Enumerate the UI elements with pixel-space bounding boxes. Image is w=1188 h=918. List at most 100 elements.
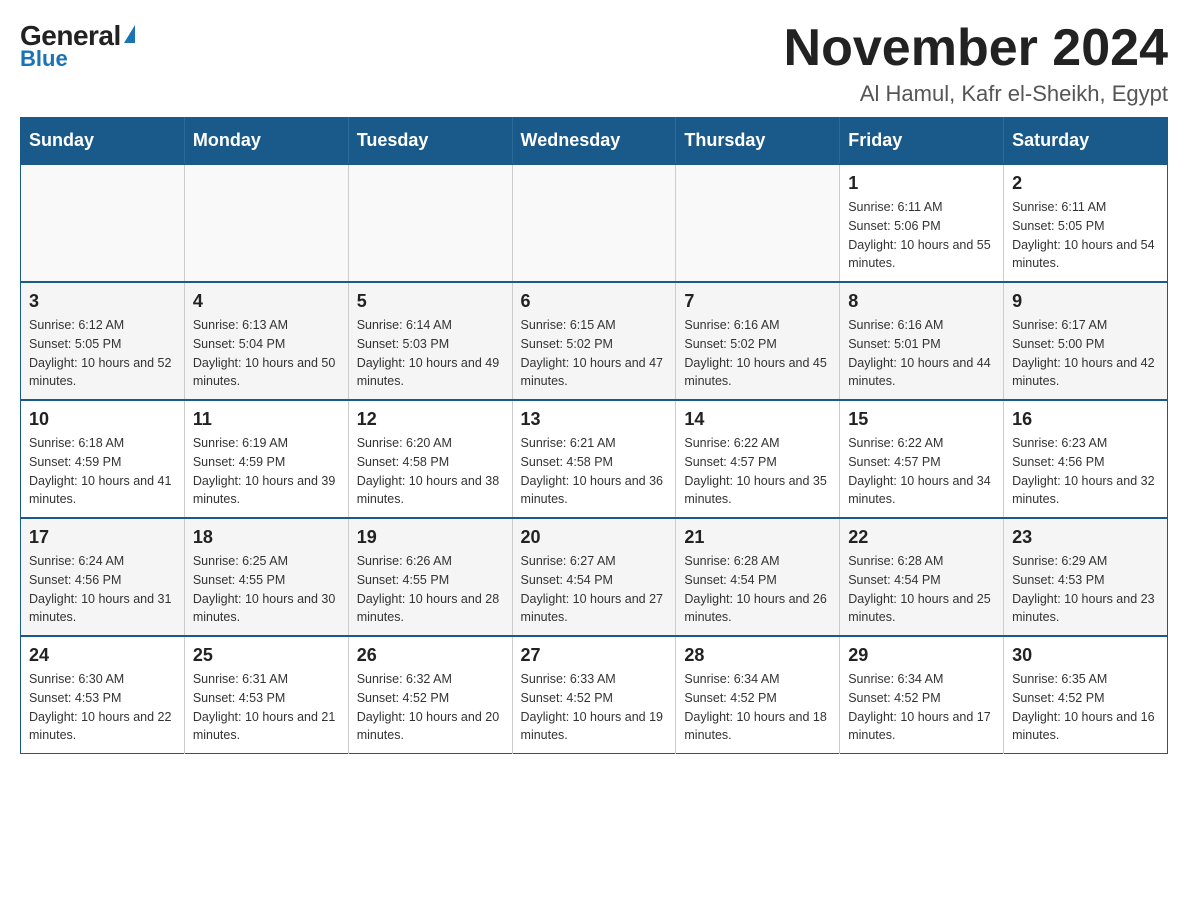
day-info: Sunrise: 6:29 AMSunset: 4:53 PMDaylight:…: [1012, 552, 1159, 627]
day-info: Sunrise: 6:15 AMSunset: 5:02 PMDaylight:…: [521, 316, 668, 391]
day-number: 22: [848, 527, 995, 548]
calendar-table: SundayMondayTuesdayWednesdayThursdayFrid…: [20, 117, 1168, 754]
day-of-week-header: Saturday: [1004, 118, 1168, 165]
calendar-cell: 22 Sunrise: 6:28 AMSunset: 4:54 PMDayligh…: [840, 518, 1004, 636]
day-info: Sunrise: 6:33 AMSunset: 4:52 PMDaylight:…: [521, 670, 668, 745]
calendar-cell: 16 Sunrise: 6:23 AMSunset: 4:56 PMDayligh…: [1004, 400, 1168, 518]
day-info: Sunrise: 6:35 AMSunset: 4:52 PMDaylight:…: [1012, 670, 1159, 745]
calendar-cell: 2 Sunrise: 6:11 AMSunset: 5:05 PMDaylight…: [1004, 164, 1168, 282]
day-number: 25: [193, 645, 340, 666]
title-block: November 2024 Al Hamul, Kafr el-Sheikh, …: [784, 20, 1168, 107]
day-number: 27: [521, 645, 668, 666]
day-of-week-header: Tuesday: [348, 118, 512, 165]
day-info: Sunrise: 6:34 AMSunset: 4:52 PMDaylight:…: [684, 670, 831, 745]
calendar-cell: 7Sunrise: 6:16 AMSunset: 5:02 PMDaylight…: [676, 282, 840, 400]
calendar-week-row: 24Sunrise: 6:30 AMSunset: 4:53 PMDayligh…: [21, 636, 1168, 754]
calendar-cell: 11 Sunrise: 6:19 AMSunset: 4:59 PMDayligh…: [184, 400, 348, 518]
calendar-cell: [21, 164, 185, 282]
day-number: 11: [193, 409, 340, 430]
calendar-cell: 14 Sunrise: 6:22 AMSunset: 4:57 PMDayligh…: [676, 400, 840, 518]
day-info: Sunrise: 6:17 AMSunset: 5:00 PMDaylight:…: [1012, 316, 1159, 391]
day-number: 17: [29, 527, 176, 548]
day-info: Sunrise: 6:13 AMSunset: 5:04 PMDaylight:…: [193, 316, 340, 391]
day-info: Sunrise: 6:16 AMSunset: 5:02 PMDaylight:…: [684, 316, 831, 391]
day-number: 24: [29, 645, 176, 666]
calendar-cell: 30 Sunrise: 6:35 AMSunset: 4:52 PMDayligh…: [1004, 636, 1168, 754]
day-number: 18: [193, 527, 340, 548]
calendar-cell: 23 Sunrise: 6:29 AMSunset: 4:53 PMDayligh…: [1004, 518, 1168, 636]
day-number: 14: [684, 409, 831, 430]
page-header: General Blue November 2024 Al Hamul, Kaf…: [20, 20, 1168, 107]
day-info: Sunrise: 6:22 AMSunset: 4:57 PMDaylight:…: [684, 434, 831, 509]
calendar-cell: 18 Sunrise: 6:25 AMSunset: 4:55 PMDayligh…: [184, 518, 348, 636]
calendar-week-row: 3 Sunrise: 6:12 AMSunset: 5:05 PMDaylight…: [21, 282, 1168, 400]
calendar-cell: 24Sunrise: 6:30 AMSunset: 4:53 PMDayligh…: [21, 636, 185, 754]
calendar-cell: 21Sunrise: 6:28 AMSunset: 4:54 PMDayligh…: [676, 518, 840, 636]
day-number: 3: [29, 291, 176, 312]
day-of-week-header: Sunday: [21, 118, 185, 165]
day-info: Sunrise: 6:18 AMSunset: 4:59 PMDaylight:…: [29, 434, 176, 509]
calendar-cell: 4Sunrise: 6:13 AMSunset: 5:04 PMDaylight…: [184, 282, 348, 400]
calendar-cell: 27 Sunrise: 6:33 AMSunset: 4:52 PMDayligh…: [512, 636, 676, 754]
days-of-week-row: SundayMondayTuesdayWednesdayThursdayFrid…: [21, 118, 1168, 165]
calendar-cell: 8 Sunrise: 6:16 AMSunset: 5:01 PMDaylight…: [840, 282, 1004, 400]
day-info: Sunrise: 6:12 AMSunset: 5:05 PMDaylight:…: [29, 316, 176, 391]
calendar-cell: 28 Sunrise: 6:34 AMSunset: 4:52 PMDayligh…: [676, 636, 840, 754]
calendar-cell: 17Sunrise: 6:24 AMSunset: 4:56 PMDayligh…: [21, 518, 185, 636]
calendar-cell: [676, 164, 840, 282]
day-info: Sunrise: 6:19 AMSunset: 4:59 PMDaylight:…: [193, 434, 340, 509]
day-number: 5: [357, 291, 504, 312]
calendar-cell: 6 Sunrise: 6:15 AMSunset: 5:02 PMDaylight…: [512, 282, 676, 400]
day-info: Sunrise: 6:31 AMSunset: 4:53 PMDaylight:…: [193, 670, 340, 745]
month-title: November 2024: [784, 20, 1168, 77]
day-number: 19: [357, 527, 504, 548]
calendar-header: SundayMondayTuesdayWednesdayThursdayFrid…: [21, 118, 1168, 165]
calendar-cell: 5 Sunrise: 6:14 AMSunset: 5:03 PMDaylight…: [348, 282, 512, 400]
day-number: 1: [848, 173, 995, 194]
day-info: Sunrise: 6:28 AMSunset: 4:54 PMDaylight:…: [848, 552, 995, 627]
day-number: 16: [1012, 409, 1159, 430]
day-number: 12: [357, 409, 504, 430]
calendar-body: 1Sunrise: 6:11 AMSunset: 5:06 PMDaylight…: [21, 164, 1168, 754]
day-of-week-header: Monday: [184, 118, 348, 165]
day-info: Sunrise: 6:21 AMSunset: 4:58 PMDaylight:…: [521, 434, 668, 509]
day-number: 23: [1012, 527, 1159, 548]
day-info: Sunrise: 6:14 AMSunset: 5:03 PMDaylight:…: [357, 316, 504, 391]
calendar-cell: 26 Sunrise: 6:32 AMSunset: 4:52 PMDayligh…: [348, 636, 512, 754]
logo-triangle-icon: [124, 25, 135, 43]
calendar-cell: 9 Sunrise: 6:17 AMSunset: 5:00 PMDaylight…: [1004, 282, 1168, 400]
day-number: 2: [1012, 173, 1159, 194]
day-info: Sunrise: 6:25 AMSunset: 4:55 PMDaylight:…: [193, 552, 340, 627]
day-info: Sunrise: 6:11 AMSunset: 5:05 PMDaylight:…: [1012, 198, 1159, 273]
calendar-cell: 12 Sunrise: 6:20 AMSunset: 4:58 PMDayligh…: [348, 400, 512, 518]
day-info: Sunrise: 6:32 AMSunset: 4:52 PMDaylight:…: [357, 670, 504, 745]
day-number: 29: [848, 645, 995, 666]
day-info: Sunrise: 6:26 AMSunset: 4:55 PMDaylight:…: [357, 552, 504, 627]
day-of-week-header: Thursday: [676, 118, 840, 165]
day-info: Sunrise: 6:28 AMSunset: 4:54 PMDaylight:…: [684, 552, 831, 627]
day-number: 6: [521, 291, 668, 312]
calendar-cell: 20Sunrise: 6:27 AMSunset: 4:54 PMDayligh…: [512, 518, 676, 636]
calendar-cell: [348, 164, 512, 282]
day-info: Sunrise: 6:20 AMSunset: 4:58 PMDaylight:…: [357, 434, 504, 509]
calendar-cell: 25 Sunrise: 6:31 AMSunset: 4:53 PMDayligh…: [184, 636, 348, 754]
calendar-cell: 3 Sunrise: 6:12 AMSunset: 5:05 PMDaylight…: [21, 282, 185, 400]
calendar-cell: 19 Sunrise: 6:26 AMSunset: 4:55 PMDayligh…: [348, 518, 512, 636]
day-number: 13: [521, 409, 668, 430]
day-number: 15: [848, 409, 995, 430]
day-info: Sunrise: 6:22 AMSunset: 4:57 PMDaylight:…: [848, 434, 995, 509]
day-number: 26: [357, 645, 504, 666]
day-info: Sunrise: 6:16 AMSunset: 5:01 PMDaylight:…: [848, 316, 995, 391]
calendar-cell: [184, 164, 348, 282]
location-text: Al Hamul, Kafr el-Sheikh, Egypt: [784, 81, 1168, 107]
day-info: Sunrise: 6:23 AMSunset: 4:56 PMDaylight:…: [1012, 434, 1159, 509]
calendar-week-row: 1Sunrise: 6:11 AMSunset: 5:06 PMDaylight…: [21, 164, 1168, 282]
calendar-week-row: 10Sunrise: 6:18 AMSunset: 4:59 PMDayligh…: [21, 400, 1168, 518]
day-number: 8: [848, 291, 995, 312]
day-info: Sunrise: 6:27 AMSunset: 4:54 PMDaylight:…: [521, 552, 668, 627]
calendar-cell: 10Sunrise: 6:18 AMSunset: 4:59 PMDayligh…: [21, 400, 185, 518]
day-number: 30: [1012, 645, 1159, 666]
calendar-cell: 1Sunrise: 6:11 AMSunset: 5:06 PMDaylight…: [840, 164, 1004, 282]
day-number: 9: [1012, 291, 1159, 312]
day-number: 28: [684, 645, 831, 666]
